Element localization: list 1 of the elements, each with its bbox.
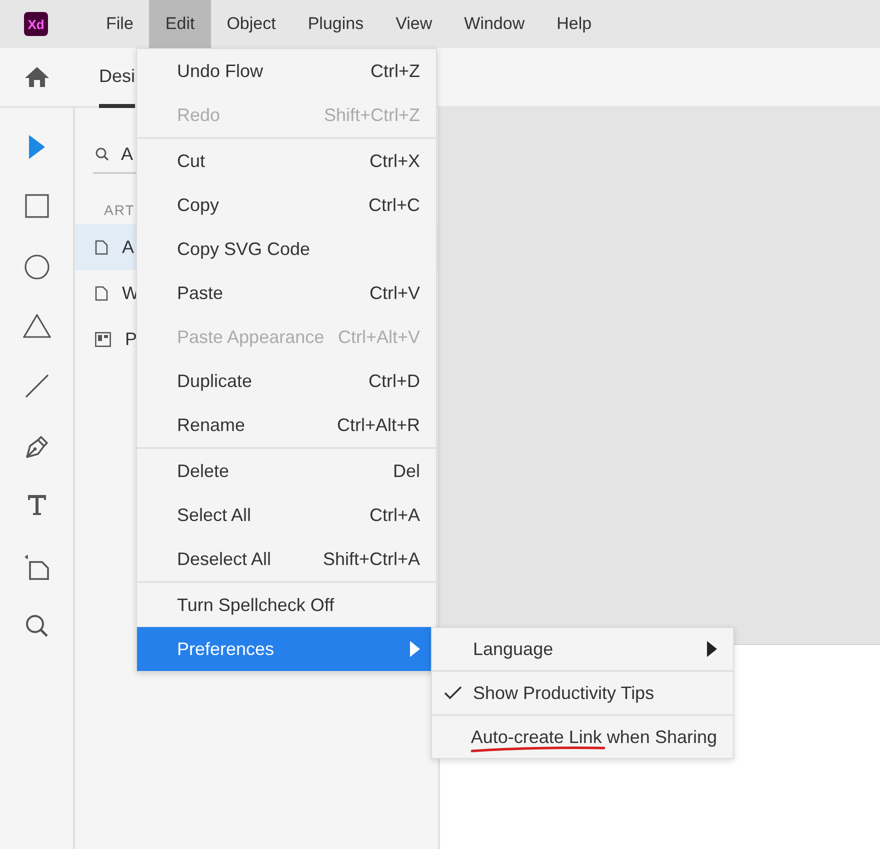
section-header: ART [104, 202, 135, 218]
